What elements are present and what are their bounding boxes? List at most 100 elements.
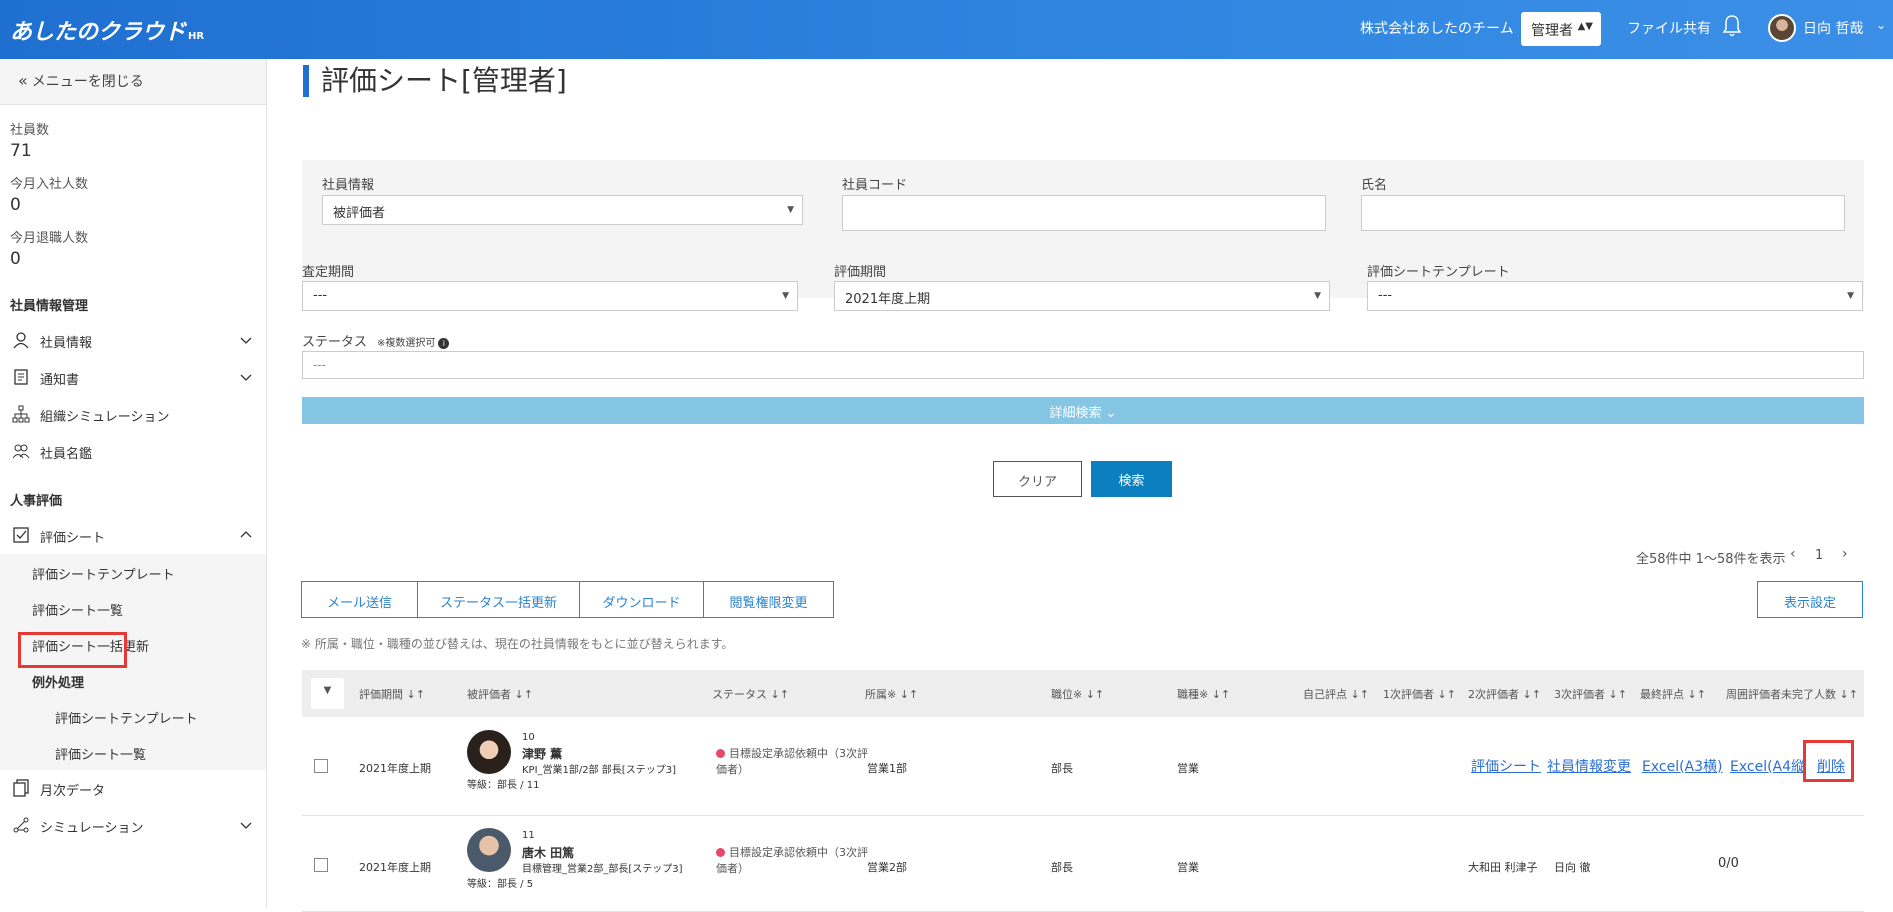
chevron-down-icon[interactable]: ⌄ [1876,18,1886,32]
column-header[interactable]: 被評価者 ↓↑ [467,686,533,702]
chevron-down-icon: ⌄ [1105,406,1117,421]
bulk-status-update-button[interactable]: ステータス一括更新 [417,581,580,618]
bell-icon[interactable] [1722,14,1742,38]
status-dot-icon [716,848,725,857]
employee-info-label: 社員情報 [322,178,375,193]
caret-down-icon: ▼ [782,291,789,301]
checklist-icon [13,527,29,543]
sidebar-item-exception-list[interactable]: 評価シート一覧 [0,734,266,770]
column-header[interactable]: 職位※ ↓↑ [1051,686,1104,702]
display-settings-button[interactable]: 表示設定 [1757,581,1863,618]
excel-a3-link[interactable]: Excel(A3横) [1642,756,1723,776]
chevron-left-icon[interactable]: ‹ [1790,546,1796,562]
chevron-up-icon [240,531,252,538]
column-header[interactable]: 2次評価者 ↓↑ [1468,686,1541,702]
double-chevron-left-icon: « [18,71,28,90]
employee-code-input[interactable] [842,195,1326,231]
name-label: 氏名 [1361,178,1388,193]
status-multiselect[interactable]: --- [302,351,1864,379]
employee-code-label: 社員コード [842,178,908,193]
eval-period-select[interactable]: 2021年度上期 ▼ [834,281,1330,311]
file-share-link[interactable]: ファイル共有 [1627,18,1711,38]
incomplete-count: 0/0 [1718,856,1739,871]
sidebar-item-org-simulation[interactable]: 組織シミュレーション [0,396,266,433]
sidebar-item-notice[interactable]: 通知書 [0,359,266,396]
highlight-box [18,632,127,668]
employee-name[interactable]: 津野 薫 [522,745,562,762]
download-button[interactable]: ダウンロード [579,581,704,618]
app-logo[interactable]: あしたのクラウド HR [10,14,204,46]
search-button[interactable]: 検索 [1091,461,1172,497]
employee-photo [467,828,511,872]
sidebar-item-eval-template[interactable]: 評価シートテンプレート [0,554,266,590]
chevron-down-icon [240,822,252,829]
info-icon[interactable]: i [438,338,450,349]
sidebar-item-exception-template[interactable]: 評価シートテンプレート [0,698,266,734]
excel-a4-link[interactable]: Excel(A4縦) [1730,756,1806,776]
sidebar-item-simulation[interactable]: シミュレーション [0,807,266,844]
evaluator-2: 大和田 利津子 [1468,861,1538,874]
change-permissions-button[interactable]: 閲覧権限変更 [703,581,834,618]
chevron-right-icon[interactable]: › [1842,546,1848,562]
employee-grade: 等級：部長 / 5 [467,879,534,890]
toolbar: メール送信 ステータス一括更新 ダウンロード 閲覧権限変更 [301,581,834,618]
sidebar-item-eval-list[interactable]: 評価シート一覧 [0,590,266,626]
column-header[interactable]: 自己評点 ↓↑ [1303,686,1369,702]
stat-label: 社員数 [10,123,50,138]
sidebar-item-directory[interactable]: 社員名鑑 [0,433,266,470]
section-hr-evaluation: 人事評価 [10,494,63,509]
employee-org: KPI_営業1部/2部 部長[ステップ3] [522,765,676,776]
column-header[interactable]: 最終評点 ↓↑ [1640,686,1706,702]
template-select[interactable]: --- ▼ [1367,281,1863,311]
advanced-search-toggle[interactable]: 詳細検索 ⌄ [302,397,1864,424]
column-header[interactable]: 所属※ ↓↑ [865,686,918,702]
evaluator-3: 日向 徹 [1554,861,1591,874]
clear-button[interactable]: クリア [993,461,1082,497]
column-header[interactable]: 周囲評価者未完了人数 ↓↑ [1726,686,1858,702]
status-badge: 目標設定承認依頼中（3次評価者） [716,747,868,776]
table-row: 2021年度上期 11 唐木 田篤 目標管理_営業2部_部長[ステップ3] 等級… [302,816,1864,912]
person-icon [13,332,29,349]
caret-down-icon: ▼ [1847,291,1854,301]
highlight-box [1803,740,1854,782]
status-dot-icon [716,749,725,758]
select-all-dropdown[interactable]: ▼ [311,678,344,709]
send-mail-button[interactable]: メール送信 [301,581,418,618]
eval-sheet-link[interactable]: 評価シート [1471,756,1541,776]
copy-icon [13,779,29,797]
section-employee-management: 社員情報管理 [10,299,89,314]
sidebar-item-monthly-data[interactable]: 月次データ [0,770,266,807]
company-name: 株式会社あしたのチーム [1360,21,1514,37]
filter-panel: 社員情報 被評価者 ▼ 社員コード 氏名 [302,160,1864,298]
edit-employee-link[interactable]: 社員情報変更 [1547,756,1631,776]
assessment-period-select[interactable]: --- ▼ [302,281,798,311]
sidebar-item-eval-sheet[interactable]: 評価シート [0,517,266,554]
column-header[interactable]: 職種※ ↓↑ [1177,686,1230,702]
row-checkbox[interactable] [314,759,328,773]
table-header: ▼ 評価期間 ↓↑ 被評価者 ↓↑ ステータス ↓↑ 所属※ ↓↑ 職位※ ↓↑… [302,670,1864,717]
table-row: 2021年度上期 10 津野 薫 KPI_営業1部/2部 部長[ステップ3] 等… [302,717,1864,816]
job-type: 営業 [1177,762,1199,775]
page-number[interactable]: 1 [1815,548,1823,563]
name-input[interactable] [1361,195,1845,231]
user-name[interactable]: 日向 哲哉 [1803,18,1863,38]
column-header[interactable]: 3次評価者 ↓↑ [1554,686,1627,702]
employee-info-select[interactable]: 被評価者 ▼ [322,195,803,225]
employee-grade: 等級：部長 / 11 [467,780,540,791]
department: 営業1部 [867,762,907,775]
sidebar-item-employee-info[interactable]: 社員情報 [0,322,266,359]
eval-period: 2021年度上期 [359,861,431,874]
user-avatar[interactable] [1768,14,1796,42]
column-header[interactable]: 1次評価者 ↓↑ [1383,686,1456,702]
row-checkbox[interactable] [314,858,328,872]
employee-name[interactable]: 唐木 田篤 [522,844,574,861]
caret-down-icon: ▼ [787,205,794,215]
role-select[interactable]: 管理者 ▲▼ [1521,12,1601,46]
stat-label: 今月入社人数 [10,177,89,192]
main-content: 評価シート[管理者] 社員情報 被評価者 ▼ 社員コード 氏名 査定期間 --- ▼… [268,59,1893,912]
close-menu-button[interactable]: «メニューを閉じる [0,59,266,105]
paging-summary: 全58件中 1〜58件を表示 [1636,552,1786,567]
column-header[interactable]: ステータス ↓↑ [712,686,789,702]
column-header[interactable]: 評価期間 ↓↑ [359,686,425,702]
sidebar: «メニューを閉じる 社員数 71 今月入社人数 0 今月退職人数 0 社員情報管… [0,59,267,907]
